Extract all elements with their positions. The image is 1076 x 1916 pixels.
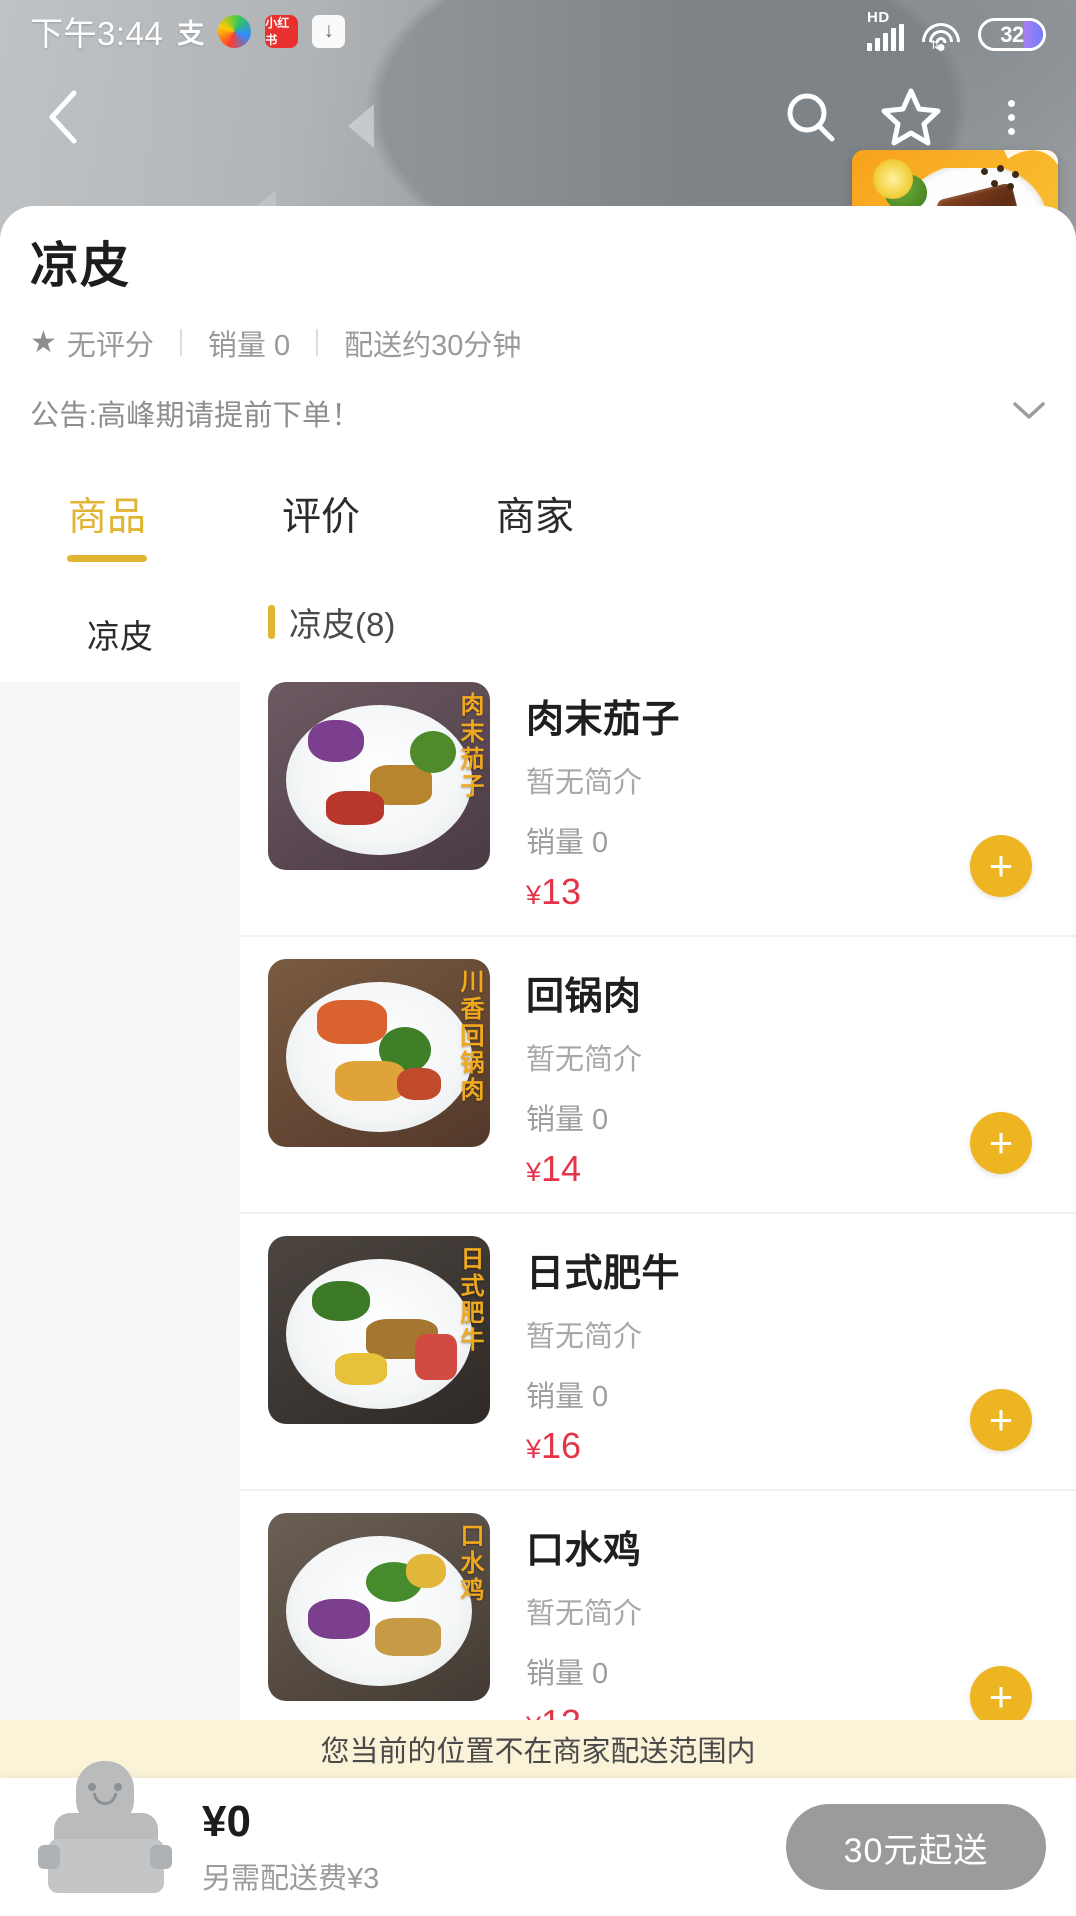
shop-delivery-time-label: 配送约30分钟 [344, 329, 522, 362]
dish-info: 口水鸡 暂无简介 销量 0 ¥13 [490, 1513, 1050, 1720]
dish-thumbnail[interactable]: 日式肥牛 [268, 1236, 490, 1424]
status-bar-clock: 下午3:44 [30, 15, 164, 52]
dish-thumbnail-label: 日式肥牛 [456, 1246, 483, 1354]
add-to-cart-button[interactable]: + [970, 1666, 1032, 1720]
chevron-down-icon[interactable] [1012, 397, 1046, 429]
sidebar-item-label: 凉皮 [87, 618, 153, 655]
star-filled-icon: ★ [30, 325, 57, 359]
stats-divider [179, 329, 182, 357]
add-to-cart-button[interactable]: + [970, 835, 1032, 897]
tab-merchant-label: 商家 [495, 496, 574, 539]
dish-info: 肉末茄子 暂无简介 销量 0 ¥13 [490, 682, 1050, 913]
category-sidebar: 凉皮 [0, 572, 240, 1816]
hd-label: HD [867, 9, 890, 26]
sidebar-empty-area [0, 682, 240, 1816]
shop-name: 凉皮 [30, 239, 131, 293]
shop-rating: ★ 无评分 [30, 322, 154, 364]
xiaohongshu-icon: 小红书 [265, 14, 299, 48]
dish-list-item[interactable]: 川香回锅肉 回锅肉 暂无简介 销量 0 ¥14 + [240, 937, 1076, 1214]
plus-icon: + [988, 1119, 1014, 1166]
search-icon[interactable] [780, 86, 842, 148]
tab-reviews[interactable]: 评价 [214, 486, 428, 562]
add-to-cart-button[interactable]: + [970, 1389, 1032, 1451]
dish-list-item[interactable]: 日式肥牛 日式肥牛 暂无简介 销量 0 ¥16 + [240, 1214, 1076, 1491]
dish-name: 肉末茄子 [526, 699, 681, 741]
dish-description: 暂无简介 [526, 1321, 643, 1353]
currency-symbol: ¥ [526, 1711, 541, 1720]
dish-name: 回锅肉 [526, 976, 642, 1018]
currency-symbol: ¥ [526, 1434, 542, 1464]
dish-description: 暂无简介 [526, 767, 643, 799]
shop-rating-label: 无评分 [66, 329, 154, 362]
shop-tab-bar: 商品 评价 商家 [0, 472, 1076, 582]
battery-level-label: 32 [1000, 21, 1024, 47]
star-outline-icon[interactable] [880, 86, 942, 148]
dish-list-item[interactable]: 肉末茄子 肉末茄子 暂无简介 销量 0 ¥13 + [240, 660, 1076, 937]
place-order-button[interactable]: 30元起送 [786, 1804, 1046, 1890]
dish-description: 暂无简介 [526, 1598, 643, 1630]
shop-info-card: 凉皮 ★ 无评分 销量 0 配送约30分钟 公告:高峰期请提前下单！ [0, 206, 1076, 472]
dish-thumbnail-label: 川香回锅肉 [456, 969, 483, 1104]
plus-icon: + [988, 1396, 1014, 1443]
menu-content-area: 凉皮 凉皮(8) 肉末茄子 肉末茄子 暂无简介 销量 0 ¥13 + 川香回锅肉… [0, 572, 1076, 1816]
tab-reviews-label: 评价 [281, 496, 360, 539]
top-nav-actions [780, 86, 1042, 148]
plus-icon: + [988, 842, 1014, 889]
dish-price-value: 13 [541, 871, 582, 912]
tab-products[interactable]: 商品 [0, 486, 214, 562]
cellular-signal-icon: HD [867, 9, 904, 51]
dish-name: 口水鸡 [526, 1530, 642, 1572]
plus-icon: + [988, 1673, 1014, 1720]
sidebar-item-liangpi[interactable]: 凉皮 [0, 586, 240, 682]
cart-delivery-fee-note: 另需配送费¥3 [202, 1863, 380, 1895]
back-arrow-icon[interactable] [34, 87, 94, 147]
dish-thumbnail-label: 口水鸡 [456, 1523, 483, 1604]
download-icon: ↓ [312, 14, 346, 48]
dish-info: 日式肥牛 暂无简介 销量 0 ¥16 [490, 1236, 1050, 1467]
currency-symbol: ¥ [526, 880, 542, 910]
dish-price-value: 13 [541, 1702, 581, 1720]
stats-divider [316, 329, 319, 357]
wifi-icon: ⇅ [921, 21, 961, 52]
category-accent-bar [268, 605, 275, 639]
alipay-icon: 支 [177, 18, 205, 49]
shop-notice-row[interactable]: 公告:高峰期请提前下单！ [30, 392, 1046, 434]
category-header: 凉皮(8) [240, 572, 1076, 660]
dish-thumbnail[interactable]: 肉末茄子 [268, 682, 490, 870]
battery-icon: 32 [978, 18, 1046, 51]
add-to-cart-button[interactable]: + [970, 1112, 1032, 1174]
cart-bottom-bar: ¥0 另需配送费¥3 30元起送 [0, 1761, 1076, 1916]
dish-price-value: 14 [541, 1148, 582, 1189]
dish-list[interactable]: 凉皮(8) 肉末茄子 肉末茄子 暂无简介 销量 0 ¥13 + 川香回锅肉 回锅… [240, 572, 1076, 1720]
tab-merchant[interactable]: 商家 [428, 486, 642, 562]
dish-info: 回锅肉 暂无简介 销量 0 ¥14 [490, 959, 1050, 1190]
status-bar-right: HD ⇅ 32 [867, 9, 1046, 52]
dish-thumbnail[interactable]: 川香回锅肉 [268, 959, 490, 1147]
place-order-button-label: 30元起送 [843, 1831, 989, 1870]
battery-fill [1024, 21, 1043, 48]
status-bar-left: 下午3:44 支 小红书 ↓ [30, 7, 346, 55]
dish-thumbnail-label: 肉末茄子 [456, 692, 483, 800]
delivery-person-icon[interactable] [30, 1759, 180, 1909]
shop-notice-text: 公告:高峰期请提前下单！ [30, 399, 361, 432]
delivery-range-warning-text: 您当前的位置不在商家配送范围内 [320, 1736, 756, 1768]
dish-description: 暂无简介 [526, 1044, 643, 1076]
more-vertical-icon[interactable] [980, 86, 1042, 148]
signal-bars [867, 24, 904, 51]
dish-name: 日式肥牛 [526, 1253, 681, 1295]
baidu-icon [218, 14, 252, 48]
dish-thumbnail[interactable]: 口水鸡 [268, 1513, 490, 1701]
dish-list-item[interactable]: 口水鸡 口水鸡 暂无简介 销量 0 ¥13 + [240, 1491, 1076, 1720]
cart-summary: ¥0 另需配送费¥3 [202, 1797, 379, 1897]
dish-price-value: 16 [541, 1425, 582, 1466]
app-root: 下午3:44 支 小红书 ↓ HD ⇅ 32 凉皮 ★ 无评分 销量 0 配送约… [0, 0, 1076, 1916]
tab-active-underline [67, 555, 147, 562]
status-bar: 下午3:44 支 小红书 ↓ HD ⇅ 32 [0, 0, 1076, 62]
cart-total-price: ¥0 [202, 1797, 251, 1846]
shop-stats-row: ★ 无评分 销量 0 配送约30分钟 [30, 322, 1046, 364]
currency-symbol: ¥ [526, 1157, 542, 1187]
category-title: 凉皮(8) [289, 606, 396, 643]
tab-products-label: 商品 [67, 496, 146, 539]
shop-sales-label: 销量 0 [207, 329, 291, 362]
